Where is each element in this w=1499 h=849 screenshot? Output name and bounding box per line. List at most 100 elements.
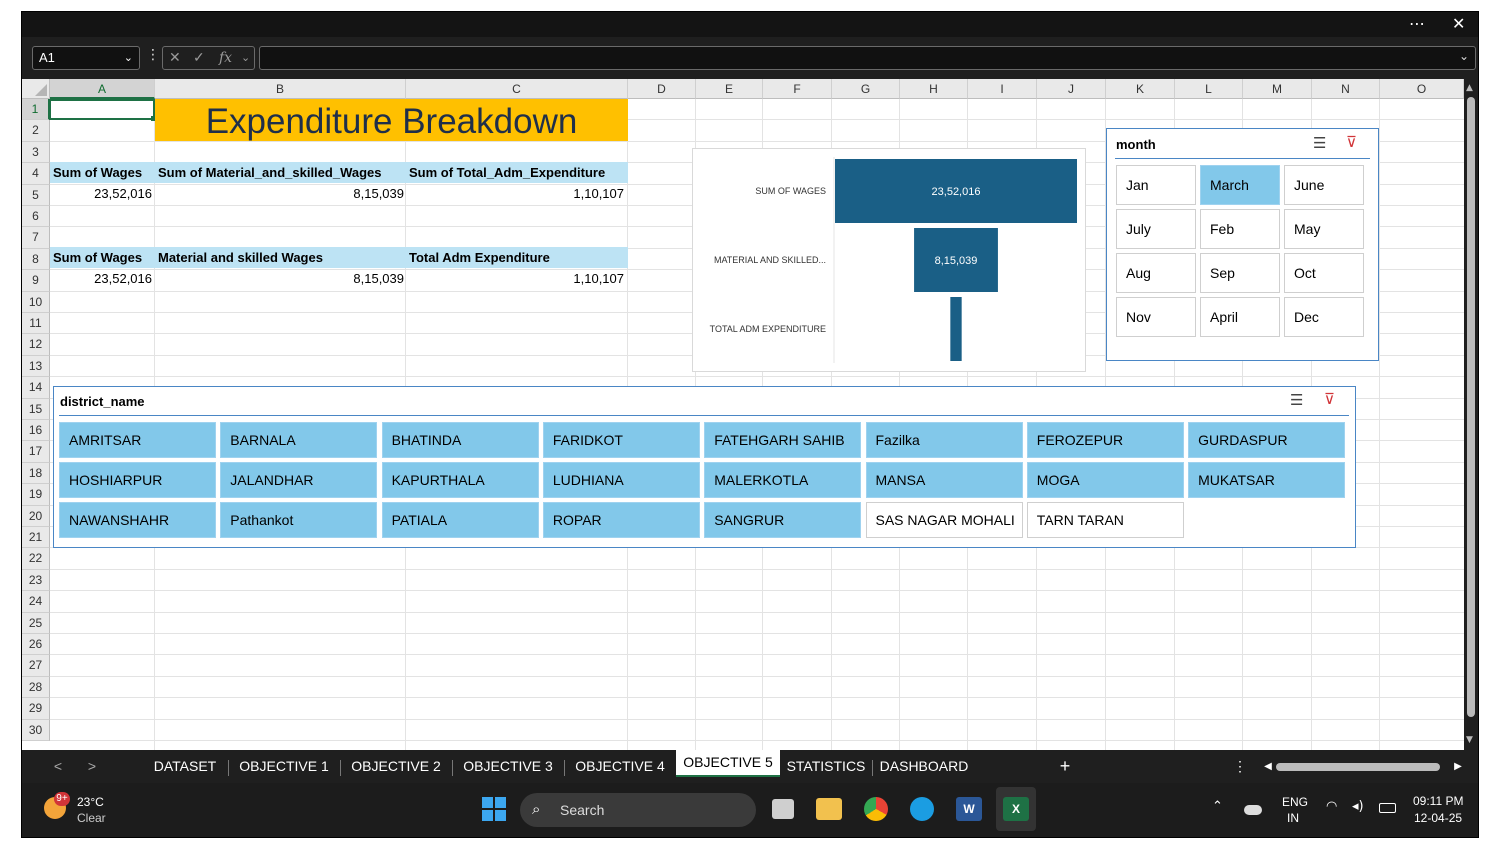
cloud-icon[interactable] — [1244, 805, 1262, 815]
clock-date[interactable]: 12-04-25 — [1414, 811, 1462, 825]
row-header[interactable]: 28 — [22, 676, 50, 699]
district-item[interactable]: NAWANSHAHR — [59, 502, 216, 538]
word-icon[interactable]: W — [956, 797, 982, 821]
scroll-down-icon[interactable]: ▼ — [1466, 735, 1473, 745]
sheet-tab[interactable]: DATASET — [142, 750, 228, 783]
clear-filter-icon[interactable]: ⊽ — [1346, 133, 1357, 151]
district-slicer[interactable]: district_name ☰ ⊽ AMRITSAR BARNALA BHATIND… — [53, 386, 1356, 548]
row-header[interactable]: 11 — [22, 313, 50, 335]
district-item[interactable]: FEROZEPUR — [1026, 422, 1184, 458]
column-header[interactable]: D — [628, 79, 696, 99]
row-header[interactable]: 17 — [22, 441, 50, 463]
row-header[interactable]: 4 — [22, 163, 50, 185]
windows-start-icon[interactable] — [482, 797, 506, 821]
language[interactable]: ENG — [1282, 795, 1308, 809]
month-item-nov[interactable]: Nov — [1116, 297, 1196, 337]
row-header[interactable]: 8 — [22, 248, 50, 271]
district-item[interactable]: KAPURTHALA — [381, 462, 539, 498]
row-header[interactable]: 26 — [22, 634, 50, 656]
scroll-thumb[interactable] — [1467, 97, 1475, 717]
row-header[interactable]: 13 — [22, 355, 50, 378]
month-item-aug[interactable]: Aug — [1116, 253, 1196, 293]
clear-filter-icon[interactable]: ⊽ — [1324, 390, 1335, 408]
month-item-may[interactable]: May — [1284, 209, 1364, 249]
column-header[interactable]: O — [1380, 79, 1464, 99]
month-item-dec[interactable]: Dec — [1284, 297, 1364, 337]
district-item[interactable]: SAS NAGAR MOHALI — [865, 502, 1023, 538]
row-header[interactable]: 14 — [22, 377, 50, 399]
sheet-tab[interactable]: OBJECTIVE 1 — [228, 750, 340, 783]
row-header[interactable]: 23 — [22, 569, 50, 592]
row-header[interactable]: 22 — [22, 548, 50, 570]
enter-icon[interactable]: ✓ — [193, 47, 205, 69]
sheet-tab[interactable]: OBJECTIVE 4 — [564, 750, 676, 783]
cancel-icon[interactable]: ✕ — [169, 47, 181, 69]
edge-icon[interactable] — [910, 797, 934, 821]
sheet-tab[interactable]: STATISTICS — [780, 750, 872, 783]
column-header[interactable]: F — [763, 79, 832, 99]
wifi-icon[interactable]: ◠ — [1326, 799, 1337, 814]
month-item-feb[interactable]: Feb — [1200, 209, 1280, 249]
column-header[interactable]: H — [900, 79, 968, 99]
chevron-up-icon[interactable]: ⌃ — [1212, 799, 1223, 814]
row-header[interactable]: 25 — [22, 612, 50, 634]
district-item[interactable]: LUDHIANA — [542, 462, 700, 498]
row-header[interactable]: 1 — [22, 99, 50, 121]
battery-icon[interactable] — [1379, 803, 1396, 813]
horizontal-scroll-thumb[interactable] — [1276, 763, 1440, 771]
next-sheet-icon[interactable]: > — [84, 750, 100, 783]
column-header[interactable]: G — [832, 79, 900, 99]
region[interactable]: IN — [1287, 811, 1299, 825]
vertical-scrollbar[interactable]: ▲ ▼ — [1464, 79, 1478, 750]
funnel-chart[interactable]: SUM OF WAGES 23,52,016 MATERIAL AND SKILLE… — [692, 148, 1086, 372]
row-header[interactable]: 29 — [22, 698, 50, 720]
chrome-icon[interactable] — [864, 797, 888, 821]
month-item-jan[interactable]: Jan — [1116, 165, 1196, 205]
column-header[interactable]: M — [1243, 79, 1312, 99]
add-sheet-icon[interactable]: + — [1057, 750, 1073, 783]
row-header[interactable]: 30 — [22, 719, 50, 741]
row-header[interactable]: 27 — [22, 655, 50, 677]
sheet-tab[interactable]: DASHBOARD — [872, 750, 976, 783]
district-item[interactable]: Pathankot — [220, 502, 378, 538]
row-header[interactable]: 6 — [22, 206, 50, 228]
sheet-tab[interactable]: OBJECTIVE 3 — [452, 750, 564, 783]
volume-icon[interactable]: ◂) — [1352, 799, 1364, 814]
district-item[interactable]: MOGA — [1026, 462, 1184, 498]
month-item-june[interactable]: June — [1284, 165, 1364, 205]
row-header[interactable]: 5 — [22, 184, 50, 206]
scroll-up-icon[interactable]: ▲ — [1466, 83, 1473, 93]
district-item[interactable]: Fazilka — [865, 422, 1023, 458]
month-item-sep[interactable]: Sep — [1200, 253, 1280, 293]
district-item[interactable]: MANSA — [865, 462, 1023, 498]
multi-select-icon[interactable]: ☰ — [1290, 391, 1303, 409]
district-item[interactable]: SANGRUR — [704, 502, 862, 538]
chevron-down-icon[interactable]: ⌄ — [124, 47, 133, 69]
hscroll-left-icon[interactable]: ◀ — [1262, 750, 1274, 783]
row-header[interactable]: 21 — [22, 527, 50, 549]
row-header[interactable]: 15 — [22, 398, 50, 420]
district-item[interactable]: MUKATSAR — [1188, 462, 1346, 498]
funnel-bar[interactable] — [950, 297, 962, 361]
formula-input[interactable]: ⌄ — [259, 46, 1476, 70]
column-header[interactable]: E — [696, 79, 763, 99]
column-header[interactable]: B — [155, 79, 406, 99]
sheet-tab[interactable]: OBJECTIVE 2 — [340, 750, 452, 783]
district-item[interactable]: ROPAR — [542, 502, 700, 538]
column-header[interactable]: K — [1106, 79, 1175, 99]
month-slicer[interactable]: month ☰ ⊽ Jan March June July Feb May Aug Sep Oc… — [1106, 128, 1379, 361]
more-options-icon[interactable]: ⋯ — [1409, 14, 1425, 34]
worksheet-grid[interactable]: ABCDEFGHIJKLMNO 1 2 3 4 5 6 7 8 9 10 11 12 13 14 15 16 1… — [22, 79, 1464, 750]
multi-select-icon[interactable]: ☰ — [1313, 134, 1326, 152]
column-header[interactable]: C — [406, 79, 628, 99]
select-all-button[interactable] — [22, 79, 50, 99]
prev-sheet-icon[interactable]: < — [50, 750, 66, 783]
expand-formula-icon[interactable]: ⌄ — [1459, 49, 1469, 63]
more-sheets-icon[interactable]: ⋮ — [1232, 750, 1248, 783]
clock-time[interactable]: 09:11 PM — [1413, 794, 1463, 808]
district-item[interactable]: JALANDHAR — [220, 462, 378, 498]
row-header[interactable]: 20 — [22, 505, 50, 527]
excel-taskbar-button[interactable]: X — [996, 787, 1036, 831]
column-header[interactable]: J — [1037, 79, 1106, 99]
column-header[interactable]: A — [50, 79, 155, 99]
